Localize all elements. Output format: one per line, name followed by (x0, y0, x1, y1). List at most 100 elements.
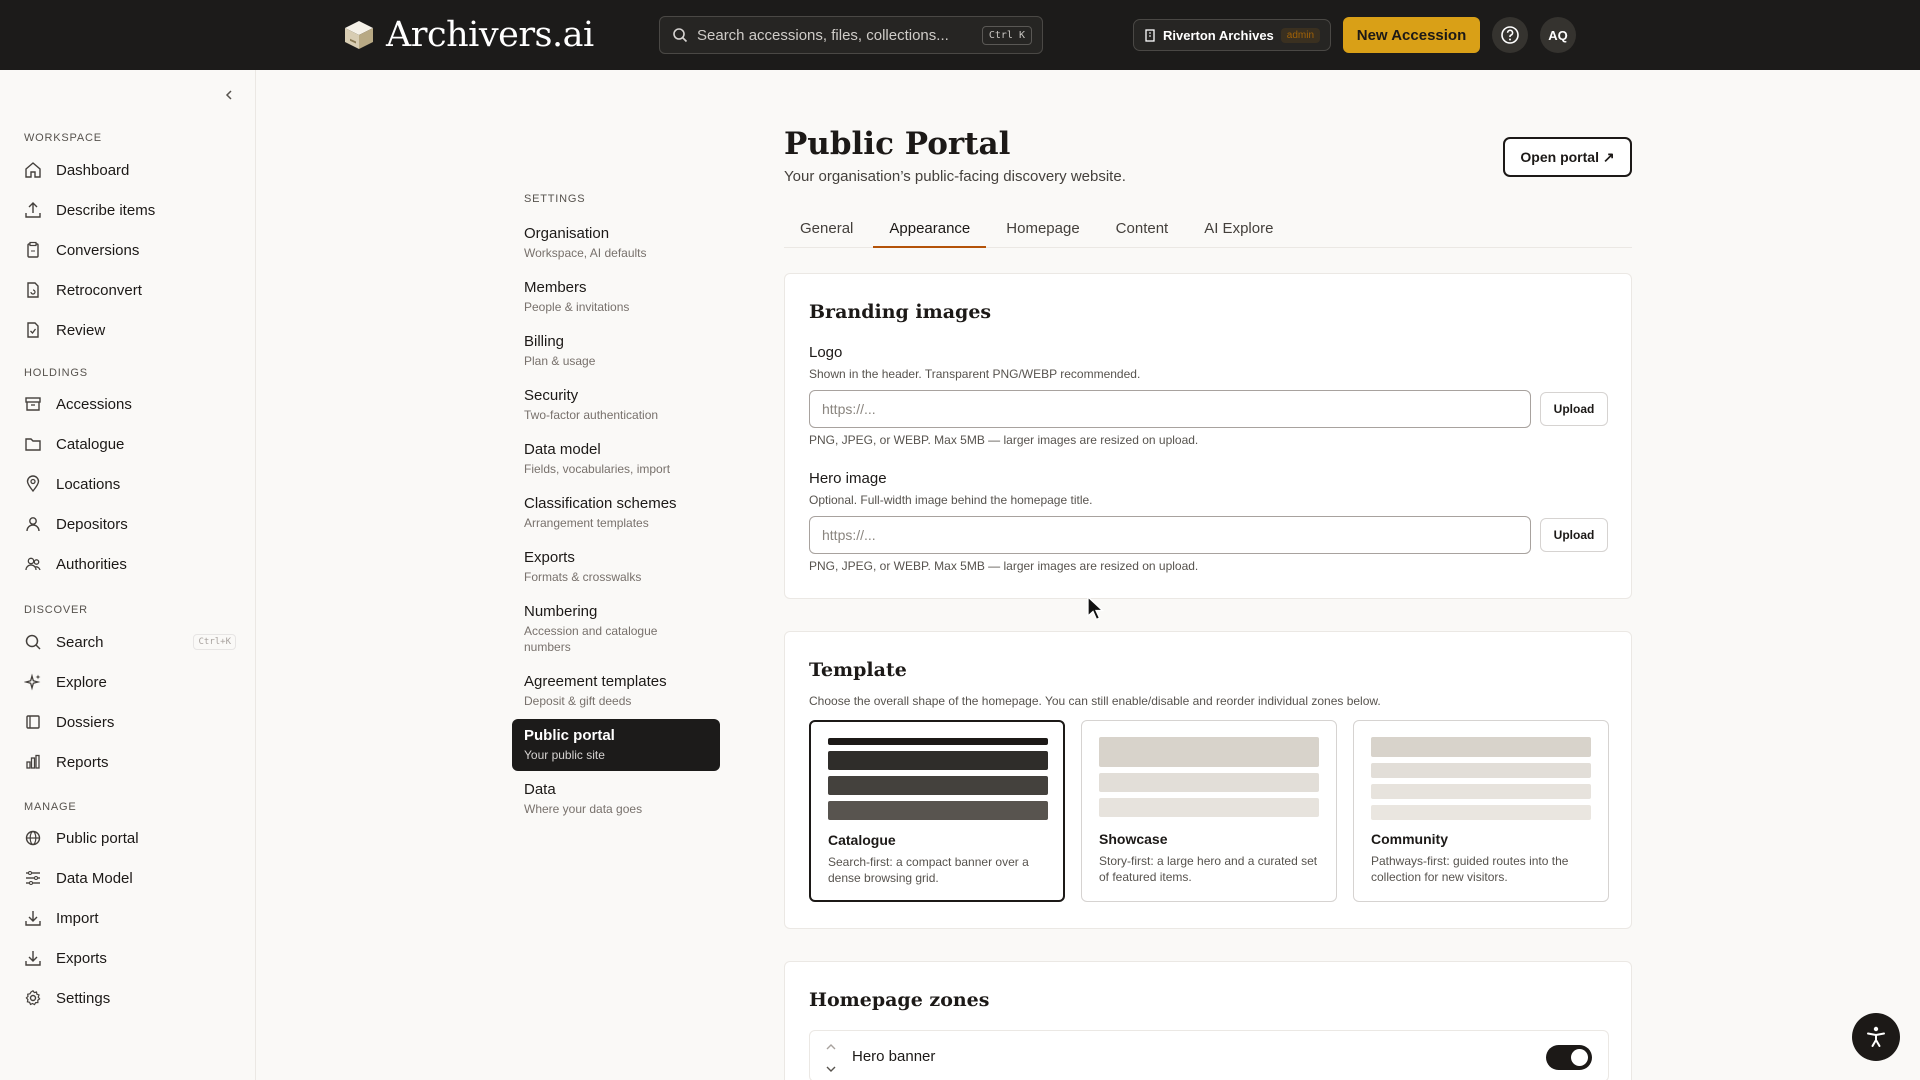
nav-label: Describe items (56, 201, 156, 219)
map-pin-icon (26, 475, 40, 493)
nav-item-reports[interactable]: Reports (24, 746, 236, 778)
sidebar: WORKSPACE Dashboard Describe items Conve… (0, 70, 256, 1080)
nav-item-exports[interactable]: Exports (24, 942, 236, 974)
tab-content[interactable]: Content (1100, 212, 1185, 248)
settings-nav-public-portal[interactable]: Public portal Your public site (512, 719, 720, 771)
global-search[interactable]: Ctrl K (659, 16, 1043, 54)
nav-item-catalogue[interactable]: Catalogue (24, 428, 236, 460)
nav-item-accessions[interactable]: Accessions (24, 388, 236, 420)
zone-enabled-toggle[interactable] (1546, 1045, 1592, 1070)
settings-nav-classification-schemes[interactable]: Classification schemes Arrangement templ… (512, 491, 720, 535)
hero-image-upload-button[interactable]: Upload (1540, 518, 1608, 552)
nav-item-public-portal[interactable]: Public portal (24, 822, 236, 854)
question-circle-icon (1501, 26, 1519, 44)
nav-label: Depositors (56, 515, 128, 533)
nav-item-locations[interactable]: Locations (24, 468, 236, 500)
template-option-showcase[interactable]: Showcase Story-first: a large hero and a… (1081, 720, 1337, 902)
org-switcher[interactable]: Riverton Archives admin (1133, 19, 1332, 51)
avatar[interactable]: AQ (1540, 17, 1576, 53)
settings-nav-data-model[interactable]: Data model Fields, vocabularies, import (512, 437, 720, 481)
nav-label: Locations (56, 475, 121, 493)
nav-item-describe-items[interactable]: Describe items (24, 194, 236, 226)
search-input[interactable] (697, 26, 982, 44)
settings-nav-label: Classification schemes (524, 495, 677, 512)
logo-format-note: PNG, JPEG, or WEBP. Max 5MB — larger ima… (809, 433, 1199, 447)
template-option-community[interactable]: Community Pathways-first: guided routes … (1353, 720, 1609, 902)
settings-nav-label: Public portal (524, 727, 615, 744)
accessibility-button[interactable] (1852, 1013, 1900, 1061)
nav-item-dossiers[interactable]: Dossiers (24, 706, 236, 738)
settings-nav-sublabel: Deposit & gift deeds (524, 694, 632, 708)
toggle-knob (1571, 1049, 1588, 1066)
nav-item-data-model[interactable]: Data Model (24, 862, 236, 894)
settings-nav-title: SETTINGS (524, 193, 586, 205)
settings-nav-billing[interactable]: Billing Plan & usage (512, 329, 720, 373)
nav-label: Accessions (56, 395, 132, 413)
archive-box-logo-icon (345, 21, 373, 49)
users-icon (25, 557, 41, 571)
reorder-arrows-icon[interactable] (824, 1041, 838, 1075)
nav-label: Public portal (56, 829, 139, 847)
nav-label: Dashboard (56, 161, 130, 179)
file-refresh-icon (27, 282, 39, 298)
settings-nav-sublabel: Fields, vocabularies, import (524, 462, 671, 476)
download-icon (25, 911, 41, 926)
tab-appearance[interactable]: Appearance (873, 212, 987, 248)
settings-nav-data[interactable]: Data Where your data goes (512, 777, 720, 821)
settings-nav-exports[interactable]: Exports Formats & crosswalks (512, 545, 720, 589)
folder-icon (25, 438, 41, 451)
nav-label: Dossiers (56, 713, 115, 731)
brand[interactable]: Archivers.ai (342, 14, 594, 56)
logo-url-input[interactable] (809, 390, 1531, 428)
page-title: Public Portal (784, 126, 1011, 162)
archive-box-icon (25, 397, 41, 411)
card-title: Homepage zones (809, 989, 990, 1011)
open-portal-button[interactable]: Open portal ↗ (1503, 137, 1632, 177)
settings-nav-label: Security (524, 387, 579, 404)
branding-images-card: Branding images Logo Shown in the header… (784, 273, 1632, 599)
settings-nav-agreement-templates[interactable]: Agreement templates Deposit & gift deeds (512, 669, 720, 713)
nav-item-authorities[interactable]: Authorities (24, 548, 236, 580)
nav-item-retroconvert[interactable]: Retroconvert (24, 274, 236, 306)
dossier-icon (26, 715, 40, 729)
template-name: Showcase (1099, 831, 1168, 847)
settings-nav-sublabel: Where your data goes (524, 802, 643, 816)
template-desc: Search-first: a compact banner over a de… (828, 855, 1029, 885)
tab-ai-explore[interactable]: AI Explore (1188, 212, 1289, 248)
nav-item-settings[interactable]: Settings (24, 982, 236, 1014)
template-name: Community (1371, 831, 1448, 847)
download-icon (25, 951, 41, 966)
settings-nav-security[interactable]: Security Two-factor authentication (512, 383, 720, 427)
settings-nav-label: Billing (524, 333, 565, 350)
nav-item-search[interactable]: Search Ctrl+K (24, 626, 236, 658)
template-desc: Pathways-first: guided routes into the c… (1371, 854, 1569, 884)
zone-row-hero-banner[interactable]: Hero banner (809, 1030, 1609, 1080)
chevron-left-icon (225, 90, 232, 100)
tab-general[interactable]: General (784, 212, 869, 248)
hero-image-url-input[interactable] (809, 516, 1531, 554)
nav-label: Data Model (56, 869, 133, 887)
nav-item-explore[interactable]: Explore (24, 666, 236, 698)
hero-image-help: Optional. Full-width image behind the ho… (809, 493, 1093, 507)
nav-item-import[interactable]: Import (24, 902, 236, 934)
template-name: Catalogue (828, 832, 896, 848)
hero-image-format-note: PNG, JPEG, or WEBP. Max 5MB — larger ima… (809, 559, 1199, 573)
nav-label: Authorities (56, 555, 127, 573)
settings-nav-numbering[interactable]: Numbering Accession and catalogue number… (512, 599, 680, 659)
nav-label: Import (56, 909, 99, 927)
collapse-sidebar-button[interactable] (218, 84, 240, 106)
template-option-catalogue[interactable]: Catalogue Search-first: a compact banner… (809, 720, 1065, 902)
logo-upload-button[interactable]: Upload (1540, 392, 1608, 426)
new-accession-button[interactable]: New Accession (1343, 17, 1480, 53)
settings-nav-organisation[interactable]: Organisation Workspace, AI defaults (512, 221, 720, 265)
nav-item-review[interactable]: Review (24, 314, 236, 346)
settings-nav-members[interactable]: Members People & invitations (512, 275, 720, 319)
nav-item-depositors[interactable]: Depositors (24, 508, 236, 540)
settings-nav-sublabel: Accession and catalogue numbers (524, 624, 658, 654)
tab-homepage[interactable]: Homepage (990, 212, 1095, 248)
template-desc: Story-first: a large hero and a curated … (1099, 854, 1318, 884)
nav-item-dashboard[interactable]: Dashboard (24, 154, 236, 186)
nav-item-conversions[interactable]: Conversions (24, 234, 236, 266)
nav-label: Catalogue (56, 435, 125, 453)
help-button[interactable] (1492, 17, 1528, 53)
